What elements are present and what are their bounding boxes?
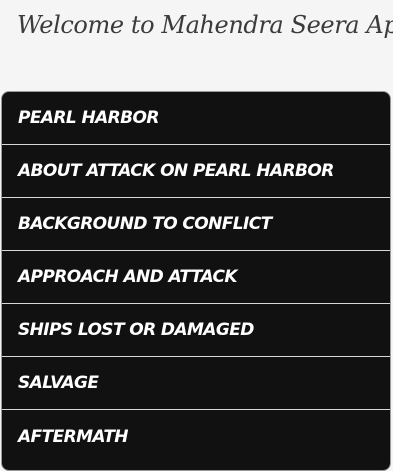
menu-item-label: SHIPS LOST OR DAMAGED	[18, 320, 254, 340]
menu-item-label: APPROACH AND ATTACK	[18, 267, 238, 287]
menu-item-background-to-conflict[interactable]: BACKGROUND TO CONFLICT	[2, 198, 390, 251]
menu-item-label: AFTERMATH	[18, 426, 129, 447]
welcome-heading: Welcome to Mahendra Seera Apps!	[17, 11, 393, 39]
menu-item-aftermath[interactable]: AFTERMATH	[2, 410, 390, 463]
menu-item-label: SALVAGE	[18, 373, 99, 393]
menu-item-salvage[interactable]: SALVAGE	[2, 357, 390, 410]
menu-item-ships-lost-or-damaged[interactable]: SHIPS LOST OR DAMAGED	[2, 304, 390, 357]
menu-item-pearl-harbor[interactable]: PEARL HARBOR	[2, 92, 390, 145]
menu-item-about-attack[interactable]: ABOUT ATTACK ON PEARL HARBOR	[2, 145, 390, 198]
menu-item-label: PEARL HARBOR	[18, 108, 159, 128]
menu-item-label: BACKGROUND TO CONFLICT	[18, 214, 272, 234]
topic-menu: PEARL HARBOR ABOUT ATTACK ON PEARL HARBO…	[1, 91, 391, 471]
menu-item-label: ABOUT ATTACK ON PEARL HARBOR	[18, 161, 334, 181]
menu-item-approach-and-attack[interactable]: APPROACH AND ATTACK	[2, 251, 390, 304]
